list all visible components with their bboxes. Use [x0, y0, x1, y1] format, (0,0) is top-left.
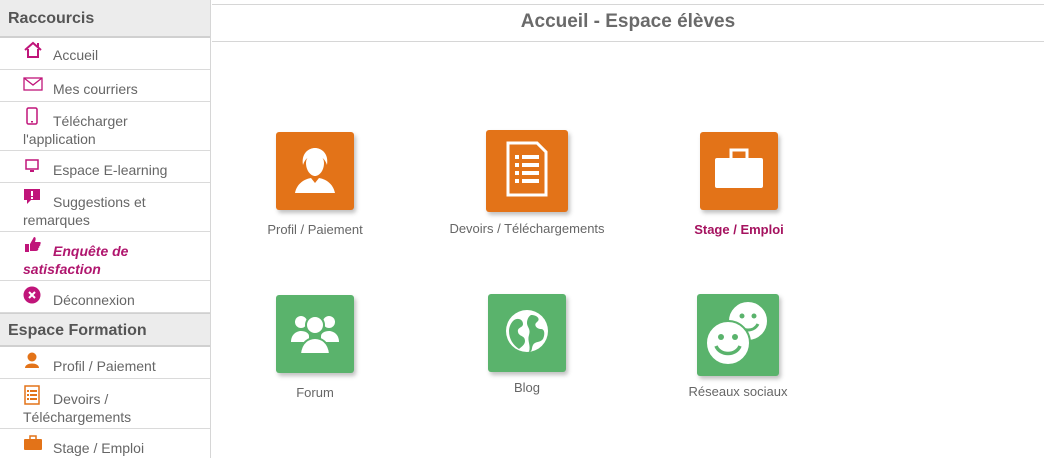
sidebar: Raccourcis Accueil Mes courriers Télécha…: [0, 0, 211, 458]
tile-label: Réseaux sociaux: [688, 384, 788, 399]
tile-box: [486, 130, 568, 212]
monitor-icon: [24, 159, 44, 175]
sidebar-item-devoirs[interactable]: Devoirs / Téléchargements: [0, 379, 210, 429]
sidebar-item-label: Espace E-learning: [53, 162, 168, 178]
tile-stage-emploi[interactable]: Stage / Emploi: [659, 132, 819, 238]
sidebar-item-mes-courriers[interactable]: Mes courriers: [0, 70, 210, 102]
briefcase-icon: [714, 148, 764, 195]
sidebar-item-profil[interactable]: Profil / Paiement: [0, 347, 210, 379]
user-icon: [23, 351, 43, 368]
page-title: Accueil - Espace élèves: [212, 4, 1044, 42]
document-list-icon: [505, 141, 549, 202]
sidebar-item-label: Déconnexion: [53, 292, 135, 308]
sidebar-item-label: Profil / Paiement: [53, 358, 156, 374]
tile-profil-paiement[interactable]: Profil / Paiement: [235, 132, 395, 238]
group-icon: [289, 308, 341, 361]
sidebar-item-deconnexion[interactable]: Déconnexion: [0, 281, 210, 313]
user-icon: [289, 143, 341, 200]
tile-box: [488, 294, 566, 372]
briefcase-icon: [23, 435, 43, 451]
sidebar-item-label: Stage / Emploi: [53, 440, 145, 456]
tile-box: [276, 132, 354, 210]
sidebar-item-accueil[interactable]: Accueil: [0, 38, 210, 70]
sidebar-item-telecharger[interactable]: Télécharger l'application: [0, 102, 210, 151]
tile-label: Forum: [296, 385, 334, 400]
tile-blog[interactable]: Blog: [447, 294, 607, 396]
envelope-icon: [23, 77, 43, 93]
close-circle-icon: [23, 286, 43, 304]
tile-box: [697, 294, 779, 376]
section-header-shortcuts: Raccourcis: [0, 0, 210, 38]
main-content: Accueil - Espace élèves Profil / Paiemen…: [212, 4, 1044, 458]
tile-box: [700, 132, 778, 210]
sidebar-item-label: Télécharger l'application: [23, 113, 128, 147]
sidebar-item-label: Devoirs / Téléchargements: [23, 391, 132, 425]
tile-box: [276, 295, 354, 373]
tile-reseaux-sociaux[interactable]: Réseaux sociaux: [658, 294, 818, 400]
sidebar-item-label: Accueil: [53, 47, 99, 63]
section-header-formation: Espace Formation: [0, 313, 210, 347]
sidebar-item-e-learning[interactable]: Espace E-learning: [0, 151, 210, 183]
smiley-faces-icon: [702, 297, 774, 374]
home-icon: [23, 41, 43, 58]
sidebar-item-enquete[interactable]: Enquête de satisfaction: [0, 232, 210, 281]
sidebar-item-label: Enquête de satisfaction: [23, 243, 129, 277]
tile-devoirs-telechargements[interactable]: Devoirs / Téléchargements: [447, 130, 607, 237]
globe-icon: [503, 307, 551, 360]
tile-label: Profil / Paiement: [267, 222, 363, 237]
tile-forum[interactable]: Forum: [235, 295, 395, 401]
sidebar-item-label: Mes courriers: [53, 81, 138, 97]
sidebar-item-suggestions[interactable]: Suggestions et remarques: [0, 183, 210, 232]
sidebar-item-label: Suggestions et remarques: [23, 194, 146, 228]
sidebar-item-stage[interactable]: Stage / Emploi: [0, 429, 210, 458]
tile-label: Blog: [513, 380, 541, 395]
tile-label: Stage / Emploi: [694, 222, 784, 237]
tile-label: Devoirs / Téléchargements: [449, 221, 605, 236]
